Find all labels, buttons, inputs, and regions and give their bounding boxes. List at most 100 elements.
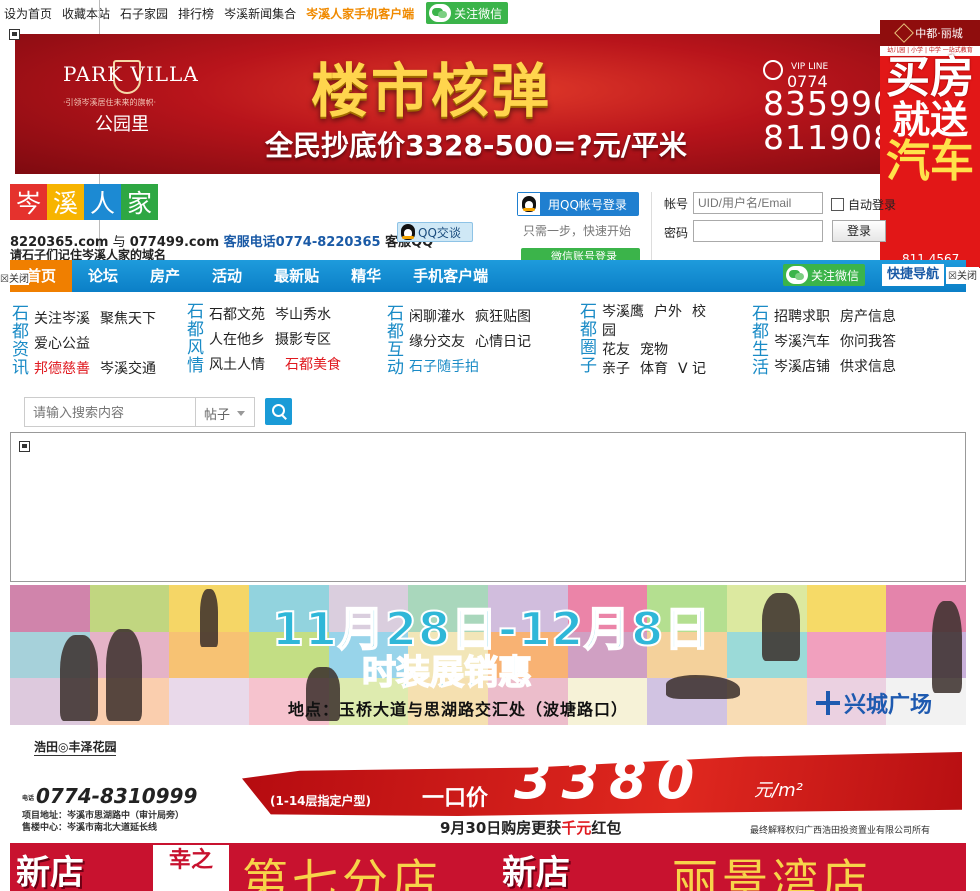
cat-link[interactable]: 花友: [602, 342, 630, 358]
frame-close-icon[interactable]: [19, 441, 30, 452]
cat-link[interactable]: 爱心公益: [34, 336, 90, 352]
cat-link[interactable]: 岑溪店铺: [774, 359, 830, 375]
cat-link[interactable]: 户外: [654, 304, 682, 320]
cat-link[interactable]: 供求信息: [840, 359, 896, 375]
bonus-text: 9月30日购房更获千元红包: [440, 817, 621, 838]
mall-logo-icon: [816, 691, 840, 715]
cat-link[interactable]: 邦德慈善: [34, 361, 90, 377]
cat-link[interactable]: 宠物: [640, 342, 668, 358]
cat-link[interactable]: 人在他乡: [209, 332, 265, 348]
auto-login-checkbox[interactable]: 自动登录: [831, 196, 896, 213]
new-store-banner[interactable]: 新店 幸之 第七分店 新店 丽景湾店: [10, 843, 966, 891]
title-char: 圈: [580, 338, 597, 358]
villa-brand: PARK VILLA: [63, 62, 199, 86]
search-button[interactable]: [265, 398, 292, 425]
nav-wechat-label: 关注微信: [811, 268, 860, 283]
ad-line-3: 汽车: [886, 135, 974, 187]
qq-icon: [401, 224, 415, 240]
ad-close-label: 关闭: [956, 271, 977, 282]
site-logo[interactable]: 岑 溪 人 家: [10, 184, 158, 220]
cat-link[interactable]: 摄影专区: [275, 332, 331, 348]
quick-nav-button[interactable]: 快捷导航: [882, 264, 944, 286]
rights-notice: 最终解释权归广西浩田投资置业有限公司所有: [750, 826, 931, 836]
title-char: 石: [387, 304, 404, 324]
title-char: 互: [387, 340, 404, 360]
cat-link[interactable]: 园: [602, 323, 616, 339]
cat-link[interactable]: V 记: [678, 361, 706, 377]
category-circles: 石 都 圈 子 岑溪鹰 户外校 园 花友 宠物 亲子 体育 V 记: [580, 303, 716, 379]
cat-link[interactable]: 石子随手拍: [409, 359, 479, 375]
cat-link[interactable]: 岑溪鹰: [602, 304, 644, 320]
home-link[interactable]: 石子家园: [120, 5, 168, 22]
top-banner-ad[interactable]: PARK VILLA ·引领岑溪居住未来的旗帜· 公园里 楼市核弹 全民抄底价3…: [15, 34, 881, 174]
qq-icon: [522, 196, 536, 212]
cat-link[interactable]: 岑山秀水: [275, 307, 331, 323]
follow-wechat-button[interactable]: 关注微信: [426, 2, 509, 24]
cat-link[interactable]: 招聘求职: [774, 309, 830, 325]
vip-line-label: VIP LINE: [791, 62, 829, 72]
cat-link[interactable]: 岑溪交通: [100, 361, 156, 377]
ad-placeholder-frame: [10, 432, 966, 582]
category-title: 石 都 生 活: [752, 305, 774, 380]
cat-link[interactable]: 石都美食: [285, 357, 341, 373]
close-left-button[interactable]: ☒关闭: [0, 270, 29, 285]
nav-forum[interactable]: 论坛: [72, 260, 134, 292]
follow-wechat-label: 关注微信: [454, 6, 503, 21]
nav-mobile-client[interactable]: 手机客户端: [397, 260, 504, 292]
cat-link[interactable]: 岑溪汽车: [774, 334, 830, 350]
nav-wechat-button[interactable]: 关注微信: [783, 264, 866, 286]
qq-login-label: 用QQ帐号登录: [548, 197, 627, 212]
cat-link[interactable]: 你问我答: [840, 334, 896, 350]
checkbox-icon[interactable]: [831, 198, 844, 211]
auto-login-label: 自动登录: [848, 198, 897, 212]
price-value: 3380: [514, 748, 705, 811]
account-input[interactable]: [693, 192, 823, 214]
store-name-2: 丽景湾店: [672, 854, 872, 891]
category-title: 石 都 资 讯: [12, 305, 34, 382]
qq-login-button[interactable]: 用QQ帐号登录: [517, 192, 639, 216]
housing-price-banner[interactable]: 浩田◎丰泽花园 电话 0774-8310999 项目地址：岑溪市思湖路中（审计局旁…: [10, 728, 966, 840]
category-title: 石 都 风 情: [187, 303, 209, 378]
cat-link[interactable]: 关注岑溪: [34, 311, 90, 327]
title-char: 石: [12, 304, 29, 324]
search-input[interactable]: [24, 397, 196, 427]
ad-close-button[interactable]: ☒关闭: [946, 267, 979, 282]
bookmark-link[interactable]: 收藏本站: [62, 5, 110, 22]
nav-latest[interactable]: 最新贴: [258, 260, 335, 292]
cat-link[interactable]: 石都文苑: [209, 307, 265, 323]
cat-link[interactable]: 疯狂贴图: [475, 309, 531, 325]
cat-link[interactable]: 心情日记: [475, 334, 531, 350]
mall-brand-name: 兴城广场: [844, 693, 933, 718]
cat-link[interactable]: 亲子: [602, 361, 630, 377]
cat-link[interactable]: 房产信息: [840, 309, 896, 325]
banner-close-icon[interactable]: [9, 29, 20, 40]
nav-events[interactable]: 活动: [196, 260, 258, 292]
wechat-icon: [429, 4, 452, 22]
nav-property[interactable]: 房产: [134, 260, 196, 292]
ad-line-2: 就送: [891, 97, 968, 142]
title-char: 风: [187, 338, 204, 358]
search-type-select[interactable]: 帖子: [195, 397, 255, 427]
close-left-label: 关闭: [8, 274, 29, 285]
password-input[interactable]: [693, 220, 823, 242]
cat-link[interactable]: 风土人情: [209, 357, 265, 373]
cat-link[interactable]: 聚焦天下: [100, 311, 156, 327]
cat-link[interactable]: 闲聊灌水: [409, 309, 465, 325]
login-button[interactable]: 登录: [832, 220, 886, 242]
cat-link[interactable]: 校: [692, 304, 706, 320]
news-collection-link[interactable]: 岑溪新闻集合: [224, 5, 296, 22]
banner-headline: 楼市核弹: [311, 57, 552, 125]
banner-phone-2: 8119088: [763, 118, 881, 157]
right-float-ad[interactable]: 中都·丽城 幼儿园 | 小学 | 中学 一站式教育 买房 就送 汽车 811 4…: [880, 20, 980, 268]
cat-link[interactable]: 缘分交友: [409, 334, 465, 350]
cat-link[interactable]: 体育: [640, 361, 668, 377]
set-homepage-link[interactable]: 设为首页: [4, 5, 52, 22]
nav-featured[interactable]: 精华: [335, 260, 397, 292]
ranking-link[interactable]: 排行榜: [178, 5, 214, 22]
estate-name: 浩田◎丰泽花园: [34, 740, 117, 756]
fashion-sale-banner[interactable]: 11月28日-12月8日 时装展销惠 地点：玉桥大道与思湖路交汇处（波塘路口） …: [10, 585, 966, 725]
title-char: 情: [187, 356, 204, 376]
mobile-app-link[interactable]: 岑溪人家手机客户端: [306, 5, 414, 22]
store-logo-tile: 幸之: [153, 845, 229, 891]
qq-chat-button[interactable]: QQ交谈: [397, 222, 473, 242]
